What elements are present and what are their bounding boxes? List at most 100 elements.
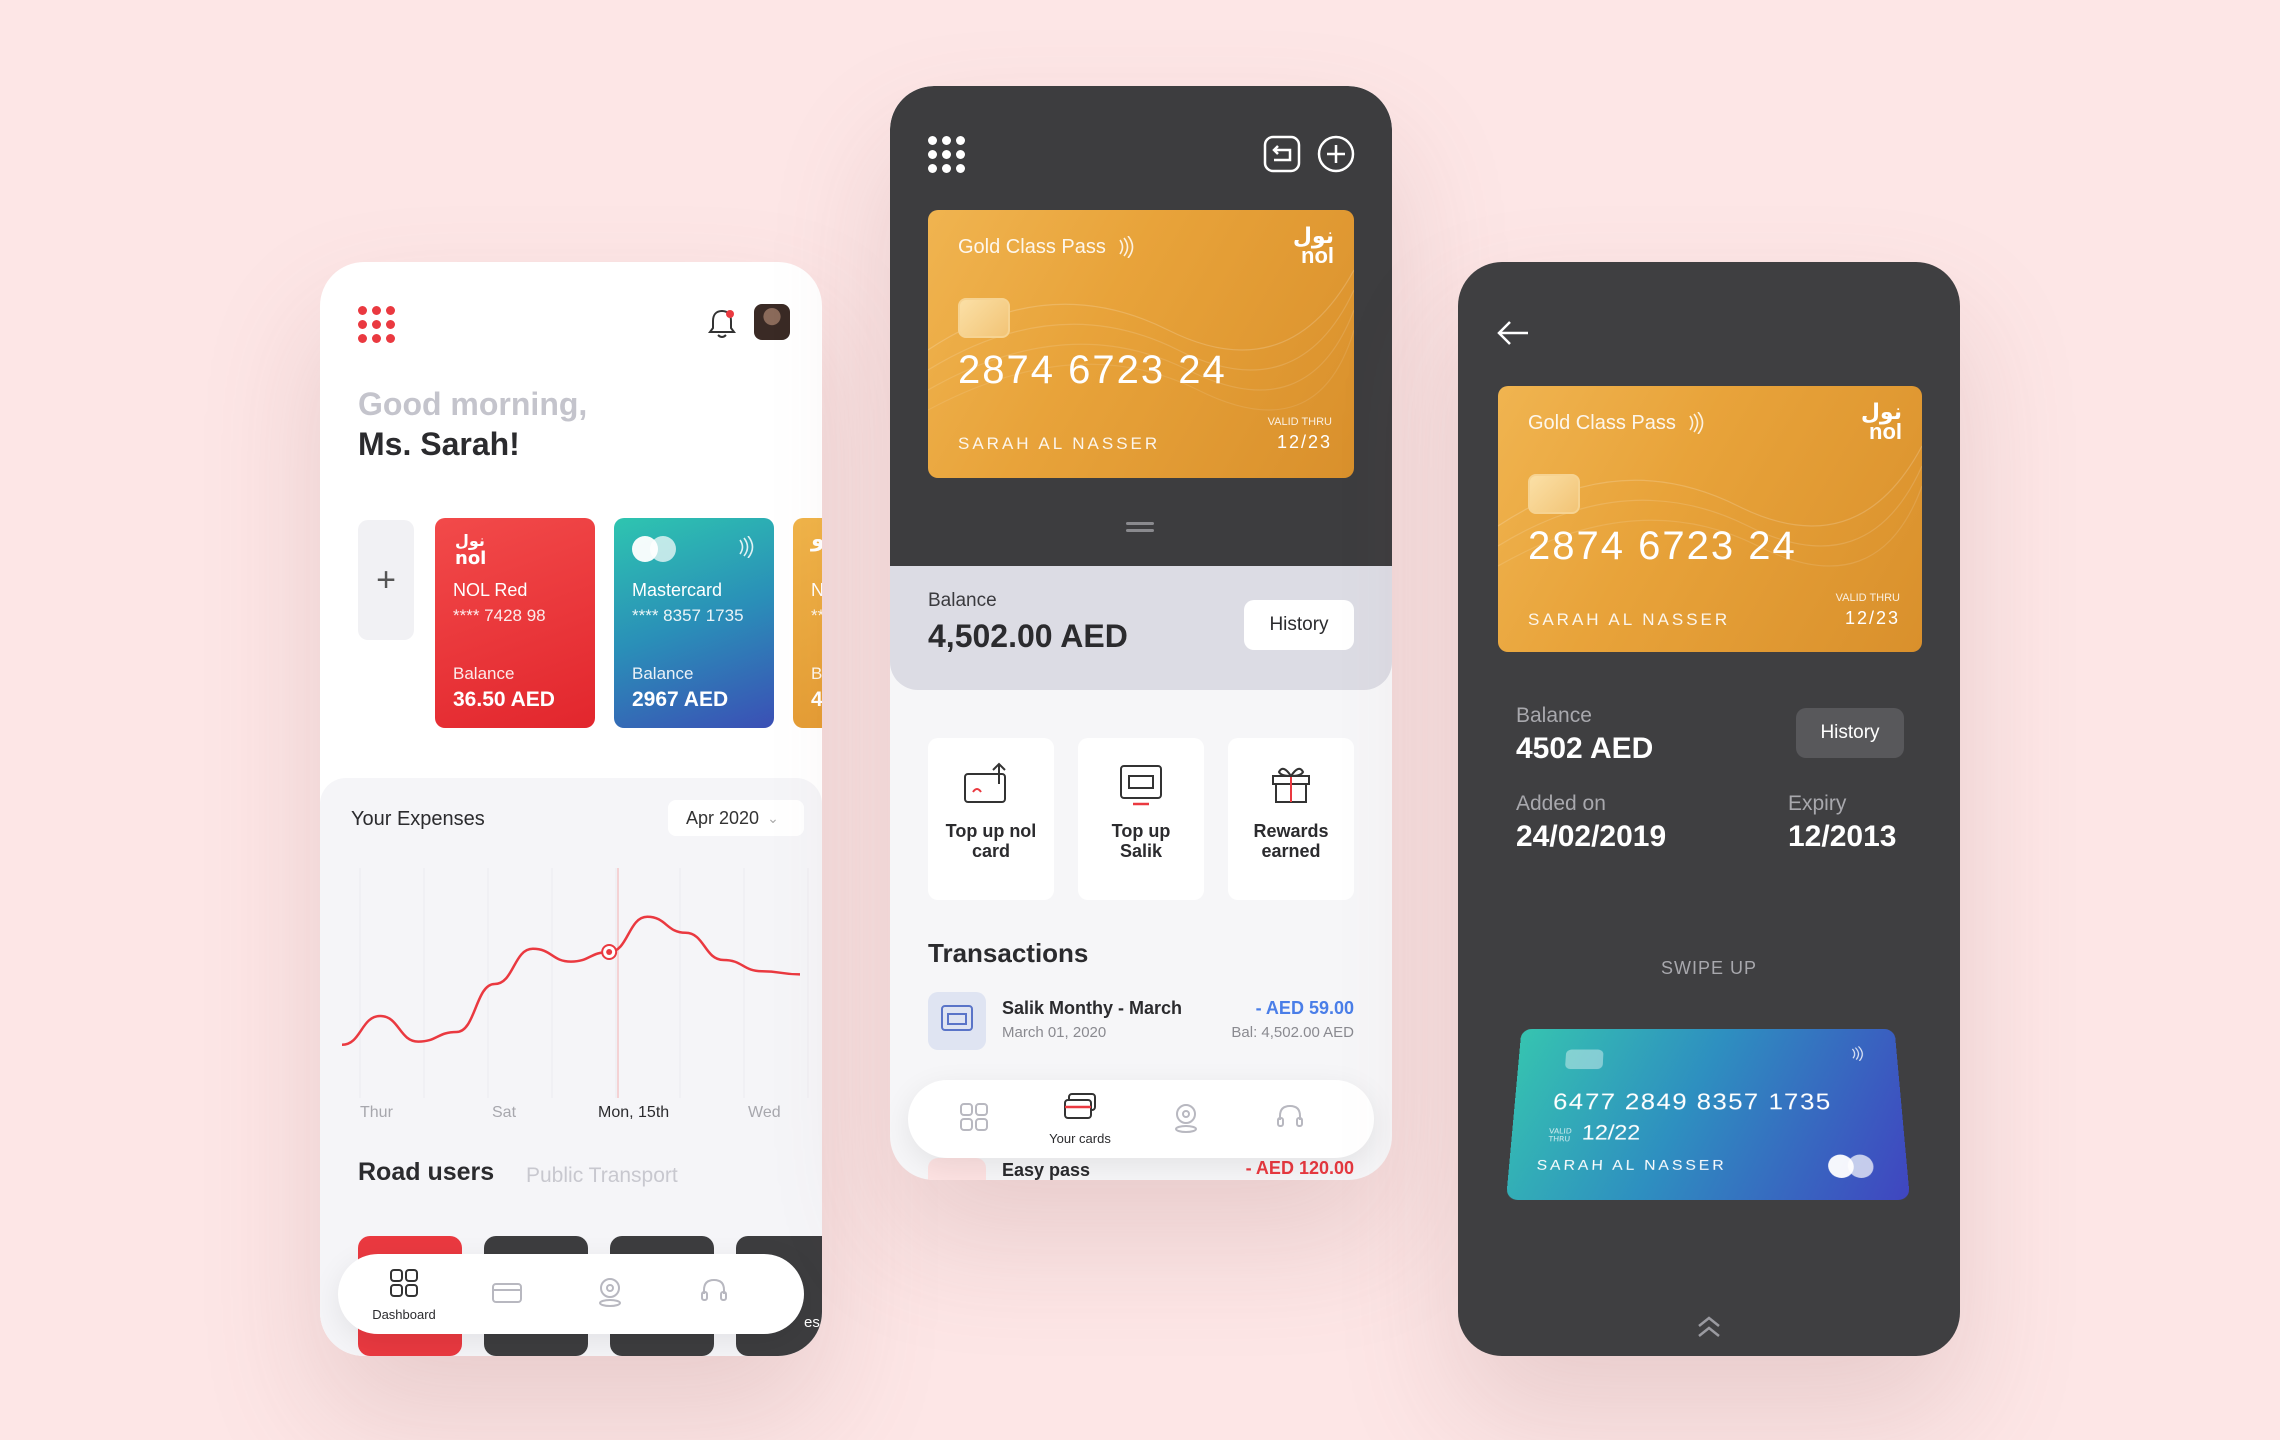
action-label-line2: Salik (1078, 841, 1204, 861)
added-on-value: 24/02/2019 (1516, 820, 1666, 854)
card-name: Mastercard (632, 580, 722, 601)
card-balance-label: Balance (453, 664, 514, 684)
x-label-wed: Wed (748, 1104, 781, 1122)
bottom-nav: Your cards (908, 1080, 1374, 1158)
card-name: Gold Class Pass (1528, 412, 1676, 435)
gold-class-pass-card[interactable]: Gold Class Pass نول nol 2874 6723 24 SAR… (1498, 386, 1922, 652)
action-label: Rewards earned (1228, 821, 1354, 861)
balance-label: Balance (1516, 704, 1592, 728)
history-button[interactable]: History (1244, 600, 1354, 650)
headset-icon (699, 1276, 729, 1308)
nav-dashboard[interactable]: Dashboard (364, 1268, 444, 1322)
action-top-up-nol[interactable]: Top up nol card (928, 738, 1054, 900)
transaction-name: Easy pass (1002, 1160, 1090, 1180)
gold-class-pass-card[interactable]: Gold Class Pass نول nol 2874 6723 24 SAR… (928, 210, 1354, 478)
card-name: NOL Red (453, 580, 527, 601)
balance-label: Balance (928, 590, 997, 612)
mastercard-logo-icon (1828, 1155, 1881, 1178)
greeting-line-2: Ms. Sarah! (358, 426, 520, 463)
tab-public-transport[interactable]: Public Transport (526, 1164, 678, 1188)
card-expiry: 12/23 (1845, 608, 1900, 629)
action-rewards[interactable]: Rewards earned (1228, 738, 1354, 900)
back-arrow-icon[interactable] (1496, 318, 1532, 348)
card-name: N (811, 580, 822, 601)
dashboard-screen: Good morning, Ms. Sarah! + نول nol NOL Re… (320, 262, 822, 1356)
card-holder: SARAH AL NASSER (1536, 1158, 1727, 1174)
card-number: 6477 2849 8357 1735 (1552, 1089, 1832, 1115)
nav-dashboard[interactable] (934, 1102, 1014, 1137)
double-chevron-up-icon[interactable] (1693, 1314, 1725, 1340)
nav-support[interactable] (1250, 1102, 1330, 1139)
action-label-line1: Rewards (1228, 821, 1354, 841)
action-top-up-salik[interactable]: Top up Salik (1078, 738, 1204, 900)
card-chip-icon (958, 298, 1010, 338)
contactless-icon (1114, 236, 1136, 258)
expenses-title: Your Expenses (351, 808, 485, 831)
valid-thru-label: VALID THRU (1548, 1126, 1578, 1143)
rewards-gift-icon (1261, 760, 1321, 808)
drag-handle[interactable] (1126, 522, 1154, 534)
tab-road-users[interactable]: Road users (358, 1158, 494, 1187)
nav-cards[interactable] (468, 1278, 548, 1311)
cards-icon (491, 1278, 525, 1306)
month-selector[interactable]: Apr 2020 ⌄ (668, 800, 804, 836)
transaction-balance: Bal: 4,502.00 AED (1231, 1024, 1354, 1041)
card-chip-icon (1528, 474, 1580, 514)
nol-logo: نول nol (1293, 226, 1334, 266)
menu-grid-icon[interactable] (358, 306, 395, 343)
menu-grid-icon[interactable] (928, 136, 965, 173)
nav-location[interactable] (570, 1276, 650, 1313)
card-name: Gold Class Pass (958, 236, 1106, 259)
card-details-screen: Gold Class Pass نول nol 2874 6723 24 SAR… (890, 86, 1392, 1180)
card-number: **** 7428 98 (453, 606, 546, 626)
tile-partial-label: es (804, 1314, 820, 1331)
dashboard-grid-icon (389, 1268, 419, 1298)
card-number: **** 8357 1735 (632, 606, 744, 626)
blue-card[interactable]: 6477 2849 8357 1735 VALID THRU 12/22 SARA… (1506, 1029, 1910, 1200)
expenses-line-chart[interactable] (320, 858, 822, 1118)
user-avatar[interactable] (754, 304, 790, 340)
add-circle-icon[interactable] (1316, 134, 1356, 174)
nav-dashboard-label: Dashboard (364, 1307, 444, 1322)
transaction-row[interactable]: Easy pass - AED 120.00 (928, 1158, 1354, 1180)
nav-location[interactable] (1146, 1102, 1226, 1139)
nav-support[interactable] (674, 1276, 754, 1313)
notification-bell-icon[interactable] (706, 306, 738, 342)
nav-your-cards[interactable]: Your cards (1040, 1092, 1120, 1146)
refresh-card-icon[interactable] (1262, 134, 1302, 174)
transaction-name: Salik Monthy - March (1002, 998, 1182, 1019)
card-gold-partial[interactable]: نو N ** B 4 (793, 518, 822, 728)
balance-panel: Balance 4,502.00 AED History (890, 566, 1392, 690)
location-pin-icon (595, 1276, 625, 1308)
nol-logo: نول nol (1861, 402, 1902, 442)
add-card-button[interactable]: + (358, 520, 414, 640)
card-balance: 2967 AED (632, 688, 728, 712)
easy-pass-icon (928, 1158, 986, 1180)
transaction-amount: - AED 59.00 (1256, 998, 1354, 1019)
blue-card-stack[interactable]: 6477 2849 8357 1735 VALID THRU 12/22 SARA… (1506, 1000, 1910, 1206)
contactless-icon (1684, 412, 1706, 434)
transaction-row[interactable]: Salik Monthy - March March 01, 2020 - AE… (928, 992, 1354, 1054)
location-pin-icon (1171, 1102, 1201, 1134)
expenses-series-line (342, 917, 800, 1045)
history-button[interactable]: History (1796, 708, 1904, 758)
card-balance: 36.50 AED (453, 688, 555, 712)
headset-icon (1275, 1102, 1305, 1134)
highlight-point-center (606, 949, 612, 955)
nav-your-cards-label: Your cards (1040, 1131, 1120, 1146)
card-header-panel: Gold Class Pass نول nol 2874 6723 24 SAR… (890, 86, 1392, 566)
card-number: ** (811, 606, 822, 626)
card-holder: SARAH AL NASSER (1528, 610, 1730, 630)
card-expiry: 12/22 (1581, 1121, 1640, 1145)
card-mastercard[interactable]: Mastercard **** 8357 1735 Balance 2967 A… (614, 518, 774, 728)
top-up-nol-card-icon (961, 760, 1021, 808)
card-nol-red[interactable]: نول nol NOL Red **** 7428 98 Balance 36.5… (435, 518, 595, 728)
nol-logo: نو (811, 530, 822, 548)
action-label: Top up nol card (928, 821, 1054, 861)
dashboard-grid-icon (959, 1102, 989, 1132)
balance-value: 4502 AED (1516, 732, 1653, 766)
card-info-screen: Gold Class Pass نول nol 2874 6723 24 SAR… (1458, 262, 1960, 1356)
card-number: 2874 6723 24 (958, 348, 1227, 393)
action-label-line1: Top up nol (928, 821, 1054, 841)
action-label-line2: earned (1228, 841, 1354, 861)
